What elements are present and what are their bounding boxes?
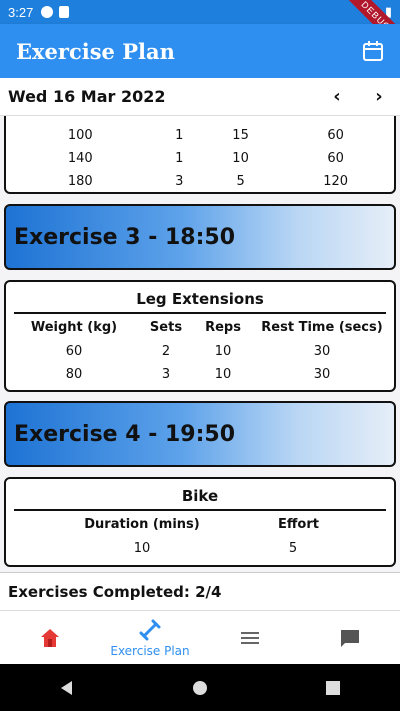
table-row: 140 1 10 60 [67,151,344,166]
chevron-right-icon[interactable]: › [366,84,392,110]
exercise-name: Bike [181,487,219,505]
table-header: Duration (mins) Effort [84,516,319,532]
exercise-list[interactable]: 100 1 15 60 140 1 10 60 180 3 5 120 Exer… [0,116,400,572]
nav-item-exercise-plan[interactable]: Exercise Plan [100,611,200,664]
nav-item-home[interactable] [0,611,100,664]
date-bar: Wed 16 Mar 2022 ‹ › [0,78,400,116]
exercise-3-banner[interactable]: Exercise 3 - 18:50 [4,204,396,270]
notification-icon [41,6,54,18]
table-row: 60 2 10 30 [65,344,331,359]
calendar-icon[interactable] [362,40,384,62]
dumbbell-icon [139,619,161,640]
table-row: 80 3 10 30 [65,367,331,382]
exercise-card-3: Leg Extensions Weight (kg) Sets Reps Res… [4,280,396,392]
android-nav-bar [0,664,400,711]
app-title: Exercise Plan [16,38,175,64]
back-icon[interactable] [58,679,76,697]
nav-label: Exercise Plan [110,643,190,658]
sim-icon [59,6,70,18]
home-icon [41,628,59,647]
menu-icon [241,631,259,644]
table-header: Weight (kg) Sets Reps Rest Time (secs) [30,319,383,335]
exercises-completed-summary: Exercises Completed: 2/4 [0,572,400,610]
bottom-nav: Exercise Plan [0,610,400,664]
recents-icon[interactable] [324,679,342,697]
exercise-4-banner[interactable]: Exercise 4 - 19:50 [4,401,396,467]
table-row: 100 1 15 60 [67,128,344,143]
home-button-icon[interactable] [191,679,209,697]
nav-item-chat[interactable] [300,611,400,664]
status-bar: 3:27 ▾ ▮ DEBUG [0,0,400,58]
current-date: Wed 16 Mar 2022 [8,87,166,106]
chevron-left-icon[interactable]: ‹ [324,84,350,110]
status-time: 3:27 [8,4,34,20]
exercise-card-2: 100 1 15 60 140 1 10 60 180 3 5 120 [4,116,396,194]
app-bar: Exercise Plan [0,24,400,78]
exercise-name: Leg Extensions [136,290,264,308]
exercise-card-4: Bike Duration (mins) Effort 10 5 [4,477,396,567]
chat-icon [341,629,359,647]
table-row: 10 5 [133,541,298,556]
table-row: 180 3 5 120 [67,174,349,189]
nav-item-menu[interactable] [200,611,300,664]
